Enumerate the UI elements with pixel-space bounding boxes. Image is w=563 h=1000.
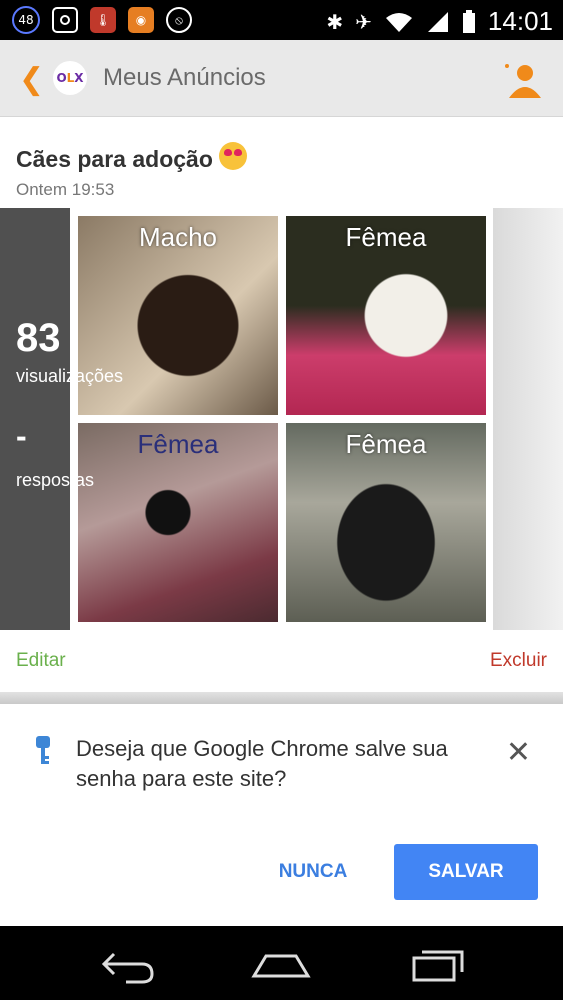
app-bar: ❮ OLX Meus Anúncios — [0, 40, 563, 117]
photo-label: Macho — [138, 222, 218, 252]
edit-button[interactable]: Editar — [16, 650, 66, 672]
instagram-icon — [52, 7, 78, 33]
key-icon — [36, 736, 50, 764]
close-icon[interactable]: ✕ — [506, 738, 531, 768]
notification-icons: 48 🌡 ◉ ⦸ — [12, 6, 192, 34]
profile-icon[interactable] — [503, 60, 543, 100]
notification-count-badge: 48 — [12, 6, 40, 34]
battery-icon — [462, 9, 475, 33]
responses-count: - — [16, 418, 27, 454]
system-icons: ✱ ✈ 14:01 — [326, 6, 553, 37]
prompt-message: Deseja que Google Chrome salve sua senha… — [76, 736, 448, 791]
navigation-bar — [0, 926, 563, 1000]
signal-icon — [427, 11, 448, 32]
olx-logo[interactable]: OLX — [53, 61, 87, 95]
photo-female-puppy-3: Fêmea — [286, 423, 486, 622]
recent-apps-icon[interactable] — [402, 942, 472, 986]
photo-label: Fêmea — [345, 222, 427, 252]
next-ad-peek — [491, 208, 563, 630]
home-icon[interactable] — [246, 942, 316, 986]
ad-preview-strip[interactable]: Macho Fêmea Fêmea Fêmea 83 visualizações… — [0, 208, 563, 630]
photo-female-puppy-1: Fêmea — [286, 216, 486, 415]
status-bar: 48 🌡 ◉ ⦸ ✱ ✈ 14:01 — [0, 0, 563, 40]
app-notification-icon: ◉ — [128, 7, 154, 33]
delete-button[interactable]: Excluir — [490, 650, 547, 672]
save-button[interactable]: SALVAR — [394, 844, 538, 900]
ad-timestamp: Ontem 19:53 — [16, 180, 115, 199]
wifi-icon — [385, 12, 412, 32]
responses-label: respostas — [16, 470, 95, 490]
clock: 14:01 — [487, 6, 553, 36]
never-button[interactable]: NUNCA — [266, 844, 360, 900]
photo-label: Fêmea — [137, 429, 219, 459]
back-icon[interactable] — [96, 942, 166, 986]
ad-stats-panel — [0, 208, 80, 630]
heart-eyes-emoji-icon — [218, 142, 247, 170]
views-label: visualizações — [16, 366, 124, 386]
vibrate-off-icon: ✈ — [355, 9, 372, 34]
divider — [0, 692, 563, 704]
save-password-prompt: Deseja que Google Chrome salve sua senha… — [0, 704, 563, 926]
bluetooth-icon: ✱ — [326, 9, 344, 34]
ad-actions: Editar Excluir — [0, 630, 563, 692]
photo-female-puppy-2: Fêmea — [78, 423, 278, 622]
photo-label: Fêmea — [345, 429, 427, 459]
views-count: 83 — [16, 316, 61, 360]
ad-photo-collage[interactable]: Macho Fêmea Fêmea Fêmea — [70, 208, 493, 630]
shield-icon: ⦸ — [166, 7, 192, 33]
back-chevron-icon[interactable]: ❮ — [19, 65, 44, 95]
ad-title-text: Cães para adoção — [16, 146, 213, 172]
page-title: Meus Anúncios — [103, 64, 266, 91]
thermometer-icon: 🌡 — [90, 7, 116, 33]
ad-title[interactable]: Cães para adoção — [16, 142, 247, 173]
